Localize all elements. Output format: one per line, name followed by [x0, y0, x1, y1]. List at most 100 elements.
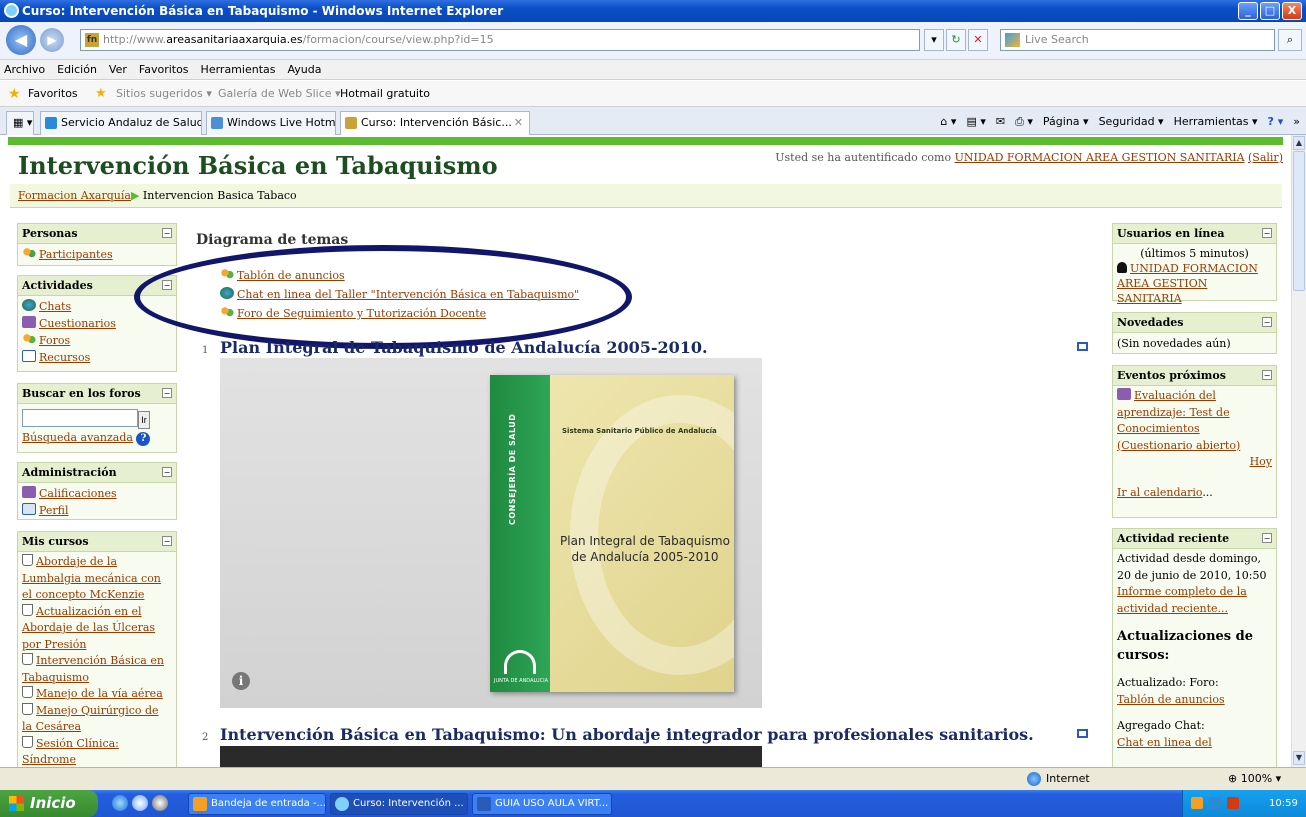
url-input[interactable]: fn http://www.areasanitariaaxarquia.es/f…: [80, 29, 920, 51]
logout-link[interactable]: (Salir): [1248, 151, 1283, 164]
tab-bar: ▦ ▾ Servicio Andaluz de Salud Windows Li…: [0, 107, 1306, 135]
cuestionarios-link[interactable]: Cuestionarios: [39, 317, 116, 330]
url-dropdown-button[interactable]: ▾: [924, 29, 944, 51]
embedded-document[interactable]: CONSEJERÍA DE SALUD Sistema Sanitario Pú…: [220, 358, 762, 708]
recent-report-link[interactable]: Informe completo de la actividad recient…: [1117, 585, 1247, 615]
course-link[interactable]: Sesión Clínica: Síndrome: [22, 737, 119, 767]
course-link[interactable]: Actualización en el Abordaje de las Úlce…: [22, 605, 155, 651]
search-icon[interactable]: ⌕: [1278, 29, 1302, 51]
tray-icon[interactable]: [1191, 797, 1203, 809]
taskbar-word[interactable]: GUIA USO AULA VIRT...: [472, 793, 612, 815]
foros-link[interactable]: Foros: [39, 334, 70, 347]
tab-curso[interactable]: Curso: Intervención Básic... ✕: [340, 111, 530, 135]
search-go-button[interactable]: Ir: [138, 410, 150, 429]
maximize-button[interactable]: □: [1260, 2, 1280, 20]
quick-tabs-button[interactable]: ▦ ▾: [6, 111, 34, 135]
close-button[interactable]: X: [1282, 2, 1302, 20]
stop-button[interactable]: ✕: [968, 29, 988, 51]
recursos-link[interactable]: Recursos: [39, 351, 90, 364]
added-link[interactable]: Chat en linea del: [1117, 736, 1212, 749]
live-search-input[interactable]: Live Search: [1000, 29, 1275, 51]
foro-seguimiento-link[interactable]: Foro de Seguimiento y Tutorización Docen…: [237, 307, 486, 320]
block-title: Mis cursos: [22, 535, 89, 548]
event-date-link[interactable]: Hoy: [1250, 455, 1272, 468]
mail-icon[interactable]: ✉: [996, 111, 1005, 133]
chats-link[interactable]: Chats: [39, 300, 71, 313]
menu-favoritos[interactable]: Favoritos: [139, 60, 189, 79]
menu-archivo[interactable]: Archivo: [4, 60, 45, 79]
block-title: Personas: [22, 227, 78, 240]
course-link[interactable]: Manejo Quirúrgico de la Cesárea: [22, 704, 159, 734]
chevron-more-icon[interactable]: »: [1293, 111, 1300, 133]
info-icon[interactable]: i: [232, 672, 250, 690]
back-button[interactable]: ◀: [6, 25, 36, 55]
forum-search-input[interactable]: [22, 409, 138, 427]
minimize-button[interactable]: _: [1238, 2, 1258, 20]
tab-hotmail[interactable]: Windows Live Hotmail: [206, 111, 336, 135]
favorites-star-icon: ★: [8, 86, 21, 102]
taskbar-outlook[interactable]: Bandeja de entrada -...: [188, 793, 326, 815]
collapse-icon[interactable]: −: [1262, 533, 1272, 543]
event-link[interactable]: Evaluación del aprendizaje: Test de Cono…: [1117, 389, 1240, 452]
menu-herramientas[interactable]: Herramientas: [201, 60, 276, 79]
help-icon[interactable]: ? ▾: [1268, 111, 1284, 133]
embedded-media[interactable]: [220, 746, 762, 767]
ie-quicklaunch-icon[interactable]: [112, 795, 128, 811]
menu-ver[interactable]: Ver: [109, 60, 127, 79]
collapse-icon[interactable]: −: [162, 228, 172, 238]
course-link[interactable]: Intervención Básica en Tabaquismo: [22, 654, 164, 684]
collapse-icon[interactable]: −: [162, 280, 172, 290]
add-favorite-icon[interactable]: ★: [95, 81, 107, 107]
scroll-down-icon[interactable]: ▼: [1293, 751, 1305, 765]
tab-servicio-andaluz[interactable]: Servicio Andaluz de Salud: [40, 111, 202, 135]
refresh-button[interactable]: ↻: [946, 29, 966, 51]
page-menu[interactable]: Página ▾: [1043, 111, 1089, 133]
section-focus-icon[interactable]: [1077, 729, 1088, 738]
course-link[interactable]: Manejo de la vía aérea: [36, 687, 163, 700]
collapse-icon[interactable]: −: [1262, 370, 1272, 380]
suggested-sites[interactable]: Sitios sugeridos ▾: [116, 81, 212, 107]
online-user-link[interactable]: UNIDAD FORMACION AREA GESTION SANITARIA: [1117, 262, 1258, 305]
tablon-link[interactable]: Tablón de anuncios: [237, 269, 345, 282]
menu-ayuda[interactable]: Ayuda: [287, 60, 321, 79]
breadcrumb-root[interactable]: Formacion Axarquía: [18, 189, 131, 202]
tools-menu[interactable]: Herramientas ▾: [1174, 111, 1258, 133]
section-focus-icon[interactable]: [1077, 342, 1088, 351]
zoom-level[interactable]: ⊕ 100% ▾: [1228, 768, 1281, 790]
start-button[interactable]: Inicio: [0, 790, 98, 817]
vertical-scrollbar[interactable]: ▲ ▼: [1291, 135, 1306, 767]
hotmail-link[interactable]: Hotmail gratuito: [340, 81, 430, 107]
quicklaunch-icon[interactable]: [132, 795, 148, 811]
security-menu[interactable]: Seguridad ▾: [1099, 111, 1164, 133]
help-icon[interactable]: ?: [136, 431, 151, 446]
login-user-link[interactable]: UNIDAD FORMACION AREA GESTION SANITARIA: [955, 151, 1245, 164]
web-slice-gallery[interactable]: Galería de Web Slice ▾: [218, 81, 341, 107]
feeds-icon[interactable]: ▤ ▾: [966, 111, 985, 133]
collapse-icon[interactable]: −: [162, 536, 172, 546]
forward-button[interactable]: ▶: [40, 28, 64, 52]
updated-link[interactable]: Tablón de anuncios: [1117, 693, 1225, 706]
scroll-thumb[interactable]: [1293, 151, 1305, 291]
course-link[interactable]: Abordaje de la Lumbalgia mecánica con el…: [22, 555, 161, 601]
collapse-icon[interactable]: −: [162, 467, 172, 477]
media-player-icon[interactable]: [152, 795, 168, 811]
collapse-icon[interactable]: −: [162, 388, 172, 398]
advanced-search-link[interactable]: Búsqueda avanzada: [22, 431, 133, 444]
calificaciones-link[interactable]: Calificaciones: [39, 487, 117, 500]
collapse-icon[interactable]: −: [1262, 228, 1272, 238]
calendar-link[interactable]: Ir al calendario: [1117, 486, 1202, 499]
collapse-icon[interactable]: −: [1262, 317, 1272, 327]
perfil-link[interactable]: Perfil: [39, 504, 69, 517]
chat-link[interactable]: Chat en linea del Taller "Intervención B…: [237, 288, 579, 301]
menu-edicion[interactable]: Edición: [57, 60, 97, 79]
taskbar-ie[interactable]: Curso: Intervención ...: [330, 793, 468, 815]
tray-icon[interactable]: [1227, 797, 1239, 809]
tray-icon[interactable]: [1209, 797, 1221, 809]
spine-text: CONSEJERÍA DE SALUD: [508, 413, 517, 525]
scroll-up-icon[interactable]: ▲: [1293, 136, 1305, 150]
close-tab-icon[interactable]: ✕: [514, 112, 523, 134]
favorites-button[interactable]: Favoritos: [28, 81, 78, 107]
participantes-link[interactable]: Participantes: [39, 248, 113, 261]
home-icon[interactable]: ⌂ ▾: [940, 111, 956, 133]
print-icon[interactable]: ⎙ ▾: [1015, 111, 1033, 133]
